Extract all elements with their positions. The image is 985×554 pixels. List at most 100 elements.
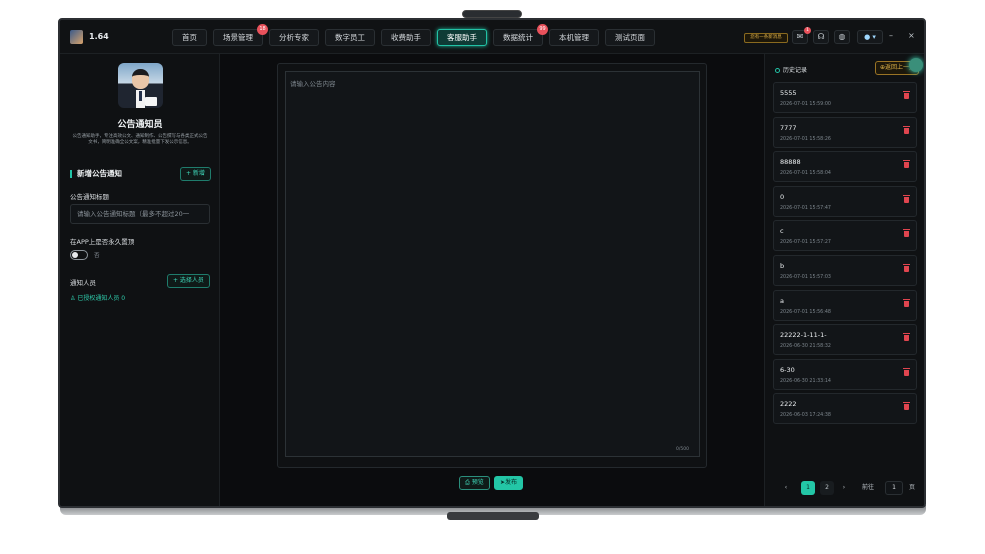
delete-icon[interactable] bbox=[903, 263, 910, 272]
message-icon[interactable]: ✉ 1 bbox=[792, 27, 811, 44]
nav-local-management[interactable]: 本机管理 bbox=[549, 29, 599, 46]
history-item-time: 2026-07-01 15:56:48 bbox=[780, 309, 831, 315]
history-icon bbox=[775, 68, 780, 73]
nav-billing-assistant[interactable]: 收费助手 bbox=[381, 29, 431, 46]
nav-analysis-expert[interactable]: 分析专家 bbox=[269, 29, 319, 46]
delete-icon[interactable] bbox=[903, 194, 910, 203]
history-item-time: 2026-07-01 15:59:00 bbox=[780, 102, 831, 107]
editor-area: 请输入公告内容 0/500 ⎙ 预览 ➤发布 bbox=[220, 54, 764, 506]
tv-screen: 1.64 首页 场景管理 18 分析专家 数字员工 收费助手 客服助手 数据统计 9… bbox=[58, 18, 926, 508]
role-title: 公告通知员 bbox=[117, 120, 163, 130]
pin-value: 否 bbox=[94, 253, 100, 259]
nav-service-assistant[interactable]: 客服助手 bbox=[437, 29, 487, 46]
history-item-name: a bbox=[780, 296, 784, 305]
screenshot-stage: 1.64 首页 场景管理 18 分析专家 数字员工 收费助手 客服助手 数据统计 9… bbox=[0, 0, 985, 554]
delete-icon[interactable] bbox=[903, 91, 910, 99]
content-textarea[interactable]: 请输入公告内容 0/500 bbox=[285, 71, 700, 457]
history-item[interactable]: 22222-1-11-1- 2026-06-30 21:58:32 bbox=[773, 324, 917, 356]
nav-analysis-label: 分析专家 bbox=[279, 33, 309, 42]
goto-page-input[interactable]: 1 bbox=[885, 481, 903, 495]
publish-button[interactable]: ➤发布 bbox=[494, 476, 524, 490]
add-button[interactable]: + 新增 bbox=[180, 167, 211, 181]
left-panel: 公告通知员 公告通知助手，专注高效公文、通知制作、公告撰写与各类正式公告文书，简… bbox=[60, 54, 220, 506]
history-item[interactable]: 0 2026-07-01 15:57:47 bbox=[773, 185, 917, 217]
history-item-time: 2026-07-01 15:58:26 bbox=[780, 136, 831, 142]
history-item[interactable]: 2222 2026-06-03 17:24:38 bbox=[773, 393, 917, 425]
headset-icon[interactable]: ☊ bbox=[813, 30, 829, 44]
delete-icon[interactable] bbox=[903, 367, 910, 376]
top-bar: 1.64 首页 场景管理 18 分析专家 数字员工 收费助手 客服助手 数据统计 9… bbox=[60, 20, 924, 54]
history-item-name: 2222 bbox=[780, 400, 797, 409]
minimize-icon[interactable]: – bbox=[889, 31, 893, 40]
select-people-button[interactable]: + 选择人员 bbox=[167, 274, 210, 288]
close-icon[interactable]: × bbox=[908, 31, 915, 40]
char-counter: 0/500 bbox=[676, 447, 689, 452]
authorized-people[interactable]: ♙ 已授权通知人员 0 bbox=[70, 293, 125, 302]
user-icon: ● bbox=[864, 33, 871, 41]
delete-icon[interactable] bbox=[903, 333, 910, 342]
printer-icon: ⎙ bbox=[465, 479, 470, 486]
history-item[interactable]: 6-30 2026-06-30 21:33:14 bbox=[773, 358, 917, 390]
nav-local-label: 本机管理 bbox=[559, 33, 589, 42]
tv-stand bbox=[447, 512, 539, 520]
nav-data-label: 数据统计 bbox=[503, 33, 533, 42]
history-item[interactable]: c 2026-07-01 15:57:27 bbox=[773, 220, 917, 252]
delete-icon[interactable] bbox=[903, 298, 910, 307]
history-item[interactable]: 5555 2026-07-01 15:59:00 bbox=[773, 82, 917, 113]
history-item-time: 2026-06-30 21:33:14 bbox=[780, 378, 831, 384]
preview-button[interactable]: ⎙ 预览 bbox=[459, 476, 490, 490]
history-title-label: 历史记录 bbox=[783, 67, 808, 74]
title-input[interactable]: 请输入公告通知标题（最多不超过20一 bbox=[70, 204, 210, 224]
nav-data-badge: 99 bbox=[537, 24, 548, 35]
prev-page-button[interactable]: ‹ bbox=[781, 481, 791, 495]
history-item-time: 2026-06-30 21:58:32 bbox=[780, 344, 831, 350]
history-item-time: 2026-06-03 17:24:38 bbox=[780, 413, 831, 419]
nav-scene-badge: 18 bbox=[257, 24, 268, 35]
history-item[interactable]: 88888 2026-07-01 15:58:04 bbox=[773, 151, 917, 183]
nav-data-statistics[interactable]: 数据统计 99 bbox=[493, 24, 548, 46]
nav-scene-management[interactable]: 场景管理 18 bbox=[213, 24, 268, 46]
delete-icon[interactable] bbox=[903, 402, 910, 411]
history-item[interactable]: b 2026-07-01 15:57:03 bbox=[773, 254, 917, 286]
globe-icon[interactable]: ◍ bbox=[834, 30, 850, 44]
history-item[interactable]: a 2026-07-01 15:56:48 bbox=[773, 289, 917, 321]
app-version: 1.64 bbox=[89, 32, 109, 41]
history-item-time: 2026-07-01 15:57:47 bbox=[780, 205, 831, 211]
nav-service-label: 客服助手 bbox=[447, 33, 477, 42]
content-placeholder: 请输入公告内容 bbox=[290, 80, 336, 88]
editor-frame: 请输入公告内容 0/500 bbox=[277, 63, 707, 468]
tv-camera bbox=[462, 10, 522, 18]
page-2-button[interactable]: 2 bbox=[820, 481, 834, 495]
history-item-name: c bbox=[780, 227, 784, 236]
goto-label: 前往 bbox=[861, 484, 874, 491]
authorized-label: 已授权通知人员 0 bbox=[77, 295, 126, 302]
app-logo-icon bbox=[70, 30, 83, 44]
nav-home[interactable]: 首页 bbox=[172, 29, 207, 46]
user-menu-button[interactable]: ● ▾ bbox=[857, 30, 883, 44]
history-title: 历史记录 bbox=[775, 65, 807, 74]
history-item-name: 6-30 bbox=[780, 365, 795, 374]
history-item-time: 2026-07-01 15:58:04 bbox=[780, 171, 831, 177]
history-item-name: 0 bbox=[780, 192, 785, 201]
nav-scene-label: 场景管理 bbox=[223, 33, 253, 42]
nav-test-page[interactable]: 测试页面 bbox=[605, 29, 655, 46]
page-suffix: 页 bbox=[908, 484, 915, 491]
next-page-button[interactable]: › bbox=[839, 481, 849, 495]
delete-icon[interactable] bbox=[903, 125, 910, 134]
nav-digital-staff[interactable]: 数字员工 bbox=[325, 29, 375, 46]
history-item-name: 22222-1-11-1- bbox=[780, 331, 827, 340]
delete-icon[interactable] bbox=[903, 229, 910, 238]
message-badge: 1 bbox=[804, 27, 811, 34]
assistant-bubble-icon[interactable] bbox=[909, 58, 923, 72]
person-icon: ♙ bbox=[70, 295, 76, 302]
notify-label: 通知人员 bbox=[70, 279, 96, 287]
pin-toggle[interactable] bbox=[70, 250, 88, 260]
preview-label: 预览 bbox=[471, 479, 484, 486]
page-1-button[interactable]: 1 bbox=[801, 481, 815, 495]
history-panel: 历史记录 ⊕返回上一页 5555 2026-07-01 15:59:00 7777… bbox=[764, 54, 924, 506]
history-item[interactable]: 7777 2026-07-01 15:58:26 bbox=[773, 116, 917, 148]
title-field-label: 公告通知标题 bbox=[70, 193, 109, 201]
section-title: 新增公告通知 bbox=[70, 170, 122, 178]
notice-pill[interactable]: 您有一条新消息 bbox=[744, 33, 788, 43]
delete-icon[interactable] bbox=[903, 160, 910, 169]
